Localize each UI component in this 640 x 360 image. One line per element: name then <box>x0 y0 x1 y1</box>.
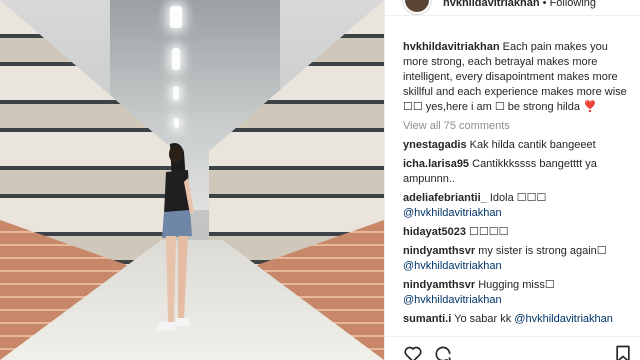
header-user-line: hvkhildavitriakhan • Following <box>443 0 596 9</box>
avatar[interactable] <box>403 0 431 14</box>
caption-username[interactable]: hvkhildavitriakhan <box>403 41 500 53</box>
comment-mention[interactable]: @hvkhildavitriakhan <box>514 313 613 325</box>
view-all-comments-link[interactable]: View all 75 comments <box>403 119 635 134</box>
comment-text: my sister is strong again☐ <box>478 245 607 257</box>
header-separator: • <box>542 0 547 9</box>
header-username[interactable]: hvkhildavitriakhan <box>443 0 540 9</box>
post-side-panel: hvkhildavitriakhan • Following hvkhildav… <box>384 0 640 360</box>
ceiling-light <box>174 118 179 128</box>
comment-text: ☐☐☐☐ <box>469 226 509 238</box>
ceiling-light <box>170 6 182 28</box>
ceiling-light <box>173 86 179 100</box>
comment-list: hvkhildavitriakhan Each pain makes you m… <box>403 40 635 331</box>
comment-username[interactable]: ynestagadis <box>403 139 467 151</box>
comment-item: ynestagadis Kak hilda cantik bangeeet <box>403 138 635 153</box>
comment-icon[interactable] <box>433 344 453 360</box>
comment-mention[interactable]: @hvkhildavitriakhan <box>403 207 502 219</box>
comment-item: sumanti.i Yo sabar kk @hvkhildavitriakha… <box>403 312 635 327</box>
woman-figure <box>156 143 194 332</box>
comment-text: Kak hilda cantik bangeeet <box>469 139 596 151</box>
comment-mention[interactable]: @hvkhildavitriakhan <box>403 260 502 272</box>
comment-item: icha.larisa95 Cantikkkssss bangetttt ya … <box>403 157 635 187</box>
heart-icon[interactable] <box>403 344 423 360</box>
comment-username[interactable]: icha.larisa95 <box>403 158 469 170</box>
comment-mention[interactable]: @hvkhildavitriakhan <box>403 294 502 306</box>
comment-item: adeliafebriantii_ Idola ☐☐☐ @hvkhildavit… <box>403 191 635 221</box>
comment-item: nindyamthsvr Hugging miss☐ @hvkhildavitr… <box>403 278 635 308</box>
comment-username[interactable]: nindyamthsvr <box>403 279 475 291</box>
post-caption: hvkhildavitriakhan Each pain makes you m… <box>403 40 635 115</box>
ceiling-light <box>172 48 180 70</box>
comment-text: Yo sabar kk <box>454 313 512 325</box>
comment-username[interactable]: sumanti.i <box>403 313 451 325</box>
comment-username[interactable]: hidayat5023 <box>403 226 466 238</box>
post-action-bar <box>385 336 640 360</box>
comment-text: Idola ☐☐☐ <box>489 192 547 204</box>
post-photo[interactable] <box>0 0 384 360</box>
save-icon[interactable] <box>613 344 633 360</box>
comment-text: Hugging miss☐ <box>478 279 555 291</box>
comment-username[interactable]: nindyamthsvr <box>403 245 475 257</box>
comment-item: hidayat5023 ☐☐☐☐ <box>403 225 635 240</box>
following-button[interactable]: Following <box>550 0 596 9</box>
comment-username[interactable]: adeliafebriantii_ <box>403 192 487 204</box>
comment-item: nindyamthsvr my sister is strong again☐ … <box>403 244 635 274</box>
post-header: hvkhildavitriakhan • Following <box>385 0 640 16</box>
